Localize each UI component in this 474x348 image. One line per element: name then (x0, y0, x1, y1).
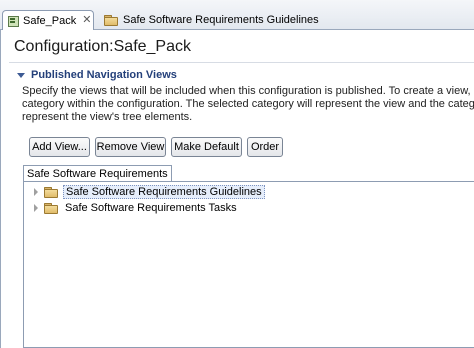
description-line: category within the configuration. The s… (22, 98, 474, 110)
tab-label: Safe Software Requirements Guidelines (123, 14, 319, 26)
section-description: Specify the views that will be included … (22, 85, 474, 124)
folder-icon (104, 14, 118, 26)
tree-item-guidelines[interactable]: Safe Software Requirements Guidelines (34, 185, 265, 199)
chevron-down-icon (17, 72, 25, 78)
tab-safe-software-requirements[interactable]: Safe Software Requirements (23, 165, 172, 182)
tab-safe-software-requirements-guidelines[interactable]: Safe Software Requirements Guidelines (104, 10, 330, 30)
remove-view-button[interactable]: Remove View (95, 137, 166, 157)
tree-item-label: Safe Software Requirements Guidelines (63, 185, 265, 199)
add-view-button[interactable]: Add View... (29, 137, 90, 157)
folder-icon (44, 186, 58, 198)
tree-item-label: Safe Software Requirements Tasks (65, 202, 237, 214)
close-icon[interactable]: ✕ (82, 15, 91, 26)
title-divider (9, 62, 474, 63)
tab-safe-pack[interactable]: Safe_Pack ✕ (2, 10, 94, 31)
tab-label: Safe_Pack (23, 14, 77, 27)
editor-window: Safe_Pack ✕ Safe Software Requirements G… (0, 0, 474, 348)
view-button-row: Add View... Remove View Make Default Ord… (29, 137, 283, 157)
category-tree[interactable]: Safe Software Requirements Guidelines Sa… (23, 181, 474, 348)
description-line: Specify the views that will be included … (22, 85, 474, 97)
editor-tab-bar: Safe_Pack ✕ Safe Software Requirements G… (0, 0, 474, 31)
description-line: represent the view's tree elements. (22, 111, 193, 123)
make-default-button[interactable]: Make Default (171, 137, 242, 157)
tree-item-tasks[interactable]: Safe Software Requirements Tasks (34, 201, 239, 215)
views-tab-folder: Safe Software Requirements Safe Software… (23, 165, 474, 348)
configuration-editor: Configuration:Safe_Pack Published Naviga… (0, 30, 474, 348)
folder-icon (44, 202, 58, 214)
page-title: Configuration:Safe_Pack (14, 38, 191, 55)
chevron-right-icon[interactable] (34, 188, 38, 196)
section-title: Published Navigation Views (31, 69, 177, 81)
order-button[interactable]: Order (247, 137, 283, 157)
chevron-right-icon[interactable] (34, 204, 38, 212)
configuration-icon (7, 15, 19, 27)
section-toggle-published-navigation-views[interactable]: Published Navigation Views (17, 68, 177, 82)
